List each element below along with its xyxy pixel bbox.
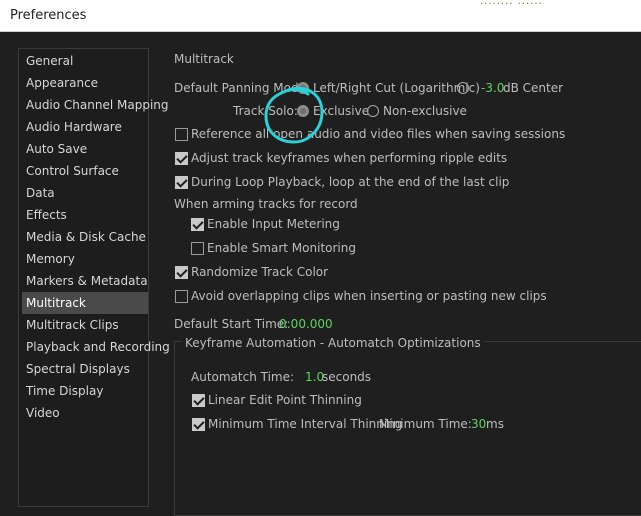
track-solo-label: Track Solo: (233, 104, 298, 118)
automatch-time-unit: seconds (322, 370, 372, 384)
keyframe-automation-title: Keyframe Automation - Automatch Optimiza… (182, 336, 484, 350)
minimum-time-label: Minimum Time: (379, 417, 472, 431)
panning-db-center-radio[interactable] (457, 82, 469, 94)
db-center-label: dB Center (503, 81, 564, 95)
enable-smart-monitoring-label[interactable]: Enable Smart Monitoring (207, 241, 356, 255)
reference-files-label[interactable]: Reference all open audio and video files… (191, 127, 565, 141)
automatch-time-label: Automatch Time: (191, 370, 295, 384)
track-solo-nonexclusive-label[interactable]: Non-exclusive (383, 104, 467, 118)
min-interval-thinning-checkbox[interactable] (192, 418, 205, 431)
preferences-dialog: General Appearance Audio Channel Mapping… (0, 32, 641, 516)
track-solo-exclusive-label[interactable]: Exclusive (313, 104, 369, 118)
db-center-value[interactable]: -3.0 (481, 81, 504, 95)
enable-smart-monitoring-checkbox[interactable] (191, 242, 204, 255)
panning-logarithmic-radio[interactable] (297, 82, 309, 94)
enable-input-metering-checkbox[interactable] (191, 218, 204, 231)
avoid-overlap-checkbox[interactable] (175, 290, 188, 303)
arming-tracks-heading: When arming tracks for record (174, 197, 358, 211)
adjust-keyframes-checkbox[interactable] (175, 152, 188, 165)
multitrack-panel: Multitrack Default Panning Mode: Left/Ri… (0, 32, 641, 516)
title-bar: Preferences ........ ...... (0, 0, 641, 32)
default-start-time-label: Default Start Time: (174, 317, 289, 331)
loop-playback-checkbox[interactable] (175, 176, 188, 189)
adjust-keyframes-label[interactable]: Adjust track keyframes when performing r… (191, 151, 507, 165)
min-interval-thinning-label[interactable]: Minimum Time Interval Thinning (208, 417, 402, 431)
default-start-time-value[interactable]: 0:00.000 (279, 317, 333, 331)
reference-files-checkbox[interactable] (175, 128, 188, 141)
panning-mode-label: Default Panning Mode: (174, 81, 311, 95)
randomize-color-label[interactable]: Randomize Track Color (191, 265, 328, 279)
linear-thinning-label[interactable]: Linear Edit Point Thinning (208, 393, 362, 407)
track-solo-nonexclusive-radio[interactable] (367, 105, 379, 117)
linear-thinning-checkbox[interactable] (192, 394, 205, 407)
minimum-time-unit: ms (486, 417, 504, 431)
avoid-overlap-label[interactable]: Avoid overlapping clips when inserting o… (191, 289, 547, 303)
panning-logarithmic-label[interactable]: Left/Right Cut (Logarithmic) (313, 81, 480, 95)
minimum-time-value[interactable]: 30 (471, 417, 486, 431)
window-title: Preferences (10, 8, 87, 23)
background-window-edge: ........ ...... (480, 0, 543, 7)
enable-input-metering-label[interactable]: Enable Input Metering (207, 217, 340, 231)
track-solo-exclusive-radio[interactable] (297, 105, 309, 117)
loop-playback-label[interactable]: During Loop Playback, loop at the end of… (191, 175, 509, 189)
randomize-color-checkbox[interactable] (175, 266, 188, 279)
section-title: Multitrack (174, 52, 234, 66)
